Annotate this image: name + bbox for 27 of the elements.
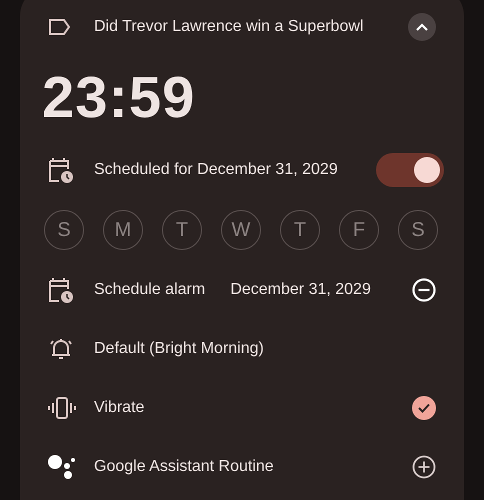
chevron-icon xyxy=(415,22,429,32)
vibrate-checkbox[interactable] xyxy=(412,396,436,420)
alarm-time[interactable]: 23:59 xyxy=(42,64,196,130)
alarm-label[interactable]: Did Trevor Lawrence win a Superbowl xyxy=(94,18,364,36)
day-toggle[interactable]: S xyxy=(398,210,438,250)
day-toggle[interactable]: S xyxy=(44,210,84,250)
day-toggle[interactable]: M xyxy=(103,210,143,250)
calendar-clock-icon xyxy=(48,156,74,184)
vibrate-icon xyxy=(48,396,76,420)
setting-label[interactable]: Google Assistant Routine xyxy=(94,458,274,476)
calendar-clock-icon xyxy=(48,276,74,304)
assistant-icon xyxy=(48,454,76,480)
setting-label[interactable]: Vibrate xyxy=(94,398,144,416)
day-toggle[interactable]: F xyxy=(339,210,379,250)
setting-label[interactable]: Schedule alarm xyxy=(94,280,206,298)
day-toggle[interactable]: T xyxy=(280,210,320,250)
setting-label[interactable]: Default (Bright Morning) xyxy=(94,340,264,358)
schedule-label: Scheduled for December 31, 2029 xyxy=(94,161,338,179)
date-value[interactable]: December 31, 2029 xyxy=(230,280,371,298)
day-toggle[interactable]: W xyxy=(221,210,261,250)
day-toggle[interactable]: T xyxy=(162,210,202,250)
schedule-switch[interactable] xyxy=(376,153,444,187)
remove-button[interactable] xyxy=(412,278,436,302)
add-button[interactable] xyxy=(412,454,436,478)
collapse-button[interactable] xyxy=(408,13,436,41)
label-icon xyxy=(48,18,72,36)
checkmark-icon xyxy=(417,402,431,414)
